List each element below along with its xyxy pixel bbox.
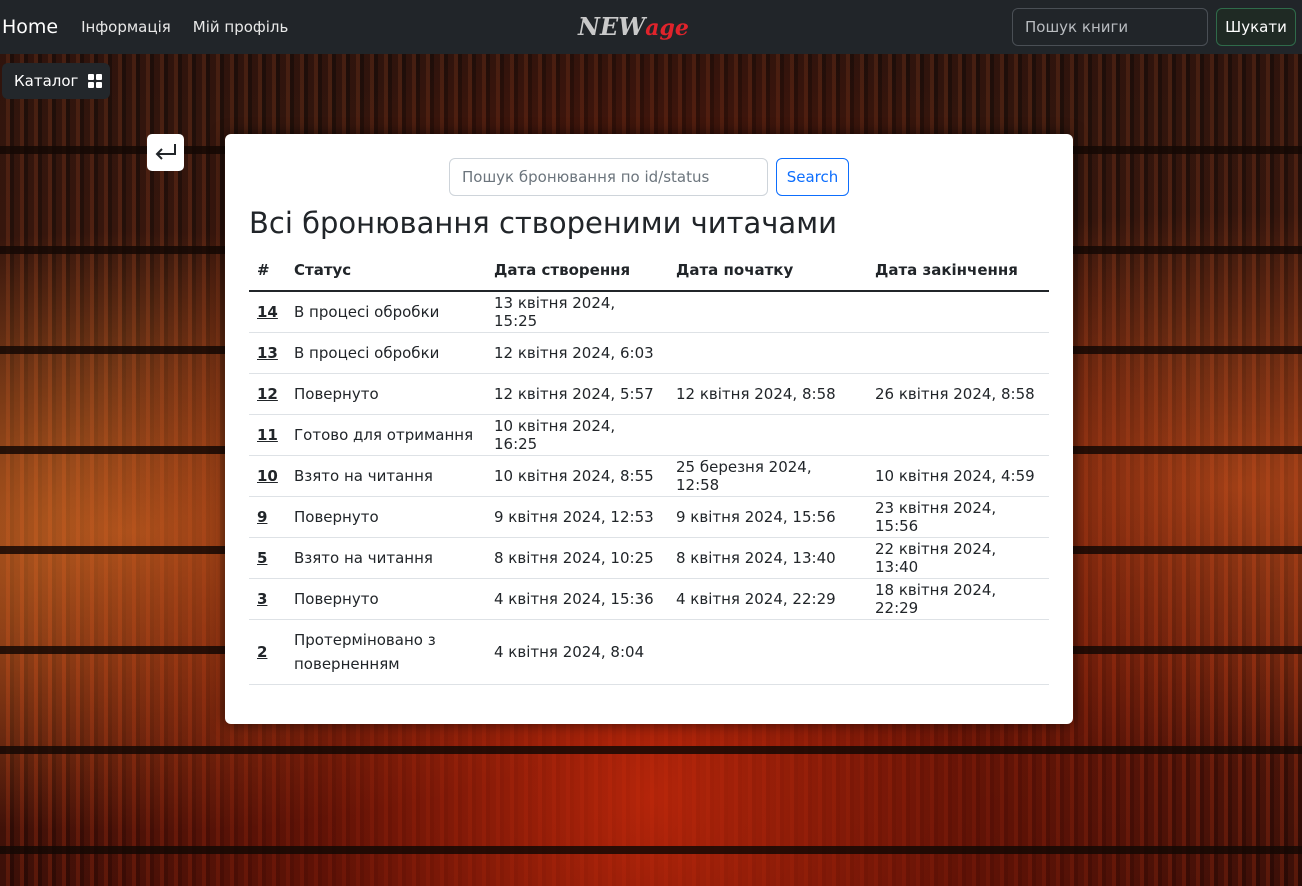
top-navbar: Home Інформація Мій профіль NEWage Шукат… <box>0 0 1302 54</box>
status-cell: Повернуто <box>286 496 486 538</box>
catalog-button[interactable]: Каталог <box>2 63 110 99</box>
back-button[interactable] <box>147 134 184 171</box>
created-cell: 9 квітня 2024, 12:53 <box>486 496 668 538</box>
status-cell: Взято на читання <box>286 537 486 579</box>
reservations-table: # Статус Дата створення Дата початку Дат… <box>249 250 1049 685</box>
table-row: 13 В процесі обробки 12 квітня 2024, 6:0… <box>249 332 1049 374</box>
created-cell: 10 квітня 2024, 8:55 <box>486 455 668 497</box>
created-cell: 12 квітня 2024, 5:57 <box>486 373 668 415</box>
end-cell: 22 квітня 2024, 13:40 <box>867 537 1049 579</box>
end-cell <box>867 619 1049 685</box>
logo-part-new: NEW <box>578 12 646 41</box>
col-header-id: # <box>249 250 286 292</box>
reservation-id-link[interactable]: 3 <box>257 590 267 608</box>
site-logo[interactable]: NEWage <box>578 12 689 41</box>
reservation-id-link[interactable]: 13 <box>257 344 278 362</box>
nav-profile-link[interactable]: Мій профіль <box>193 18 289 36</box>
table-row: 12 Повернуто 12 квітня 2024, 5:57 12 кві… <box>249 373 1049 415</box>
start-cell <box>668 414 867 456</box>
col-header-created: Дата створення <box>486 250 668 292</box>
book-search-input[interactable] <box>1012 8 1208 46</box>
table-row: 5 Взято на читання 8 квітня 2024, 10:25 … <box>249 537 1049 579</box>
start-cell: 25 березня 2024, 12:58 <box>668 455 867 497</box>
table-row: 2 Протерміновано з поверненням 4 квітня … <box>249 619 1049 685</box>
status-cell: Взято на читання <box>286 455 486 497</box>
nav-home-link[interactable]: Home <box>2 16 58 38</box>
status-cell: Повернуто <box>286 578 486 620</box>
book-search-button[interactable]: Шукати <box>1216 8 1296 46</box>
table-row: 10 Взято на читання 10 квітня 2024, 8:55… <box>249 455 1049 497</box>
status-cell: Повернуто <box>286 373 486 415</box>
table-header-row: # Статус Дата створення Дата початку Дат… <box>249 250 1049 292</box>
status-cell: Протерміновано з поверненням <box>286 619 486 685</box>
col-header-status: Статус <box>286 250 486 292</box>
reservation-id-link[interactable]: 12 <box>257 385 278 403</box>
start-cell: 12 квітня 2024, 8:58 <box>668 373 867 415</box>
start-cell: 9 квітня 2024, 15:56 <box>668 496 867 538</box>
created-cell: 12 квітня 2024, 6:03 <box>486 332 668 374</box>
start-cell: 8 квітня 2024, 13:40 <box>668 537 867 579</box>
table-row: 3 Повернуто 4 квітня 2024, 15:36 4 квітн… <box>249 578 1049 620</box>
reservation-id-link[interactable]: 5 <box>257 549 267 567</box>
end-cell: 10 квітня 2024, 4:59 <box>867 455 1049 497</box>
page-title: Всі бронювання створеними читачами <box>249 206 837 240</box>
reservation-id-link[interactable]: 9 <box>257 508 267 526</box>
status-cell: В процесі обробки <box>286 332 486 374</box>
start-cell <box>668 332 867 374</box>
created-cell: 13 квітня 2024, 15:25 <box>486 291 668 333</box>
reservation-id-link[interactable]: 2 <box>257 643 267 661</box>
start-cell <box>668 291 867 333</box>
col-header-start: Дата початку <box>668 250 867 292</box>
table-row: 11 Готово для отримання 10 квітня 2024, … <box>249 414 1049 456</box>
created-cell: 10 квітня 2024, 16:25 <box>486 414 668 456</box>
reservation-search-button[interactable]: Search <box>776 158 849 196</box>
catalog-label: Каталог <box>14 72 79 90</box>
reservation-id-link[interactable]: 10 <box>257 467 278 485</box>
end-cell: 18 квітня 2024, 22:29 <box>867 578 1049 620</box>
reservation-search-input[interactable] <box>449 158 768 196</box>
table-row: 9 Повернуто 9 квітня 2024, 12:53 9 квітн… <box>249 496 1049 538</box>
nav-info-link[interactable]: Інформація <box>81 18 171 36</box>
reservation-id-link[interactable]: 11 <box>257 426 278 444</box>
created-cell: 8 квітня 2024, 10:25 <box>486 537 668 579</box>
col-header-end: Дата закінчення <box>867 250 1049 292</box>
status-cell: Готово для отримання <box>286 414 486 456</box>
start-cell <box>668 619 867 685</box>
created-cell: 4 квітня 2024, 8:04 <box>486 619 668 685</box>
reservation-id-link[interactable]: 14 <box>257 303 278 321</box>
logo-part-age: age <box>645 15 689 41</box>
end-cell <box>867 291 1049 333</box>
end-cell: 23 квітня 2024, 15:56 <box>867 496 1049 538</box>
reservations-card: Search Всі бронювання створеними читачам… <box>225 134 1073 724</box>
end-cell <box>867 332 1049 374</box>
grid-icon <box>88 74 103 88</box>
table-row: 14 В процесі обробки 13 квітня 2024, 15:… <box>249 291 1049 333</box>
end-cell: 26 квітня 2024, 8:58 <box>867 373 1049 415</box>
status-text: Протерміновано з поверненням <box>294 630 436 673</box>
start-cell: 4 квітня 2024, 22:29 <box>668 578 867 620</box>
created-cell: 4 квітня 2024, 15:36 <box>486 578 668 620</box>
end-cell <box>867 414 1049 456</box>
return-arrow-icon <box>155 143 176 160</box>
status-cell: В процесі обробки <box>286 291 486 333</box>
